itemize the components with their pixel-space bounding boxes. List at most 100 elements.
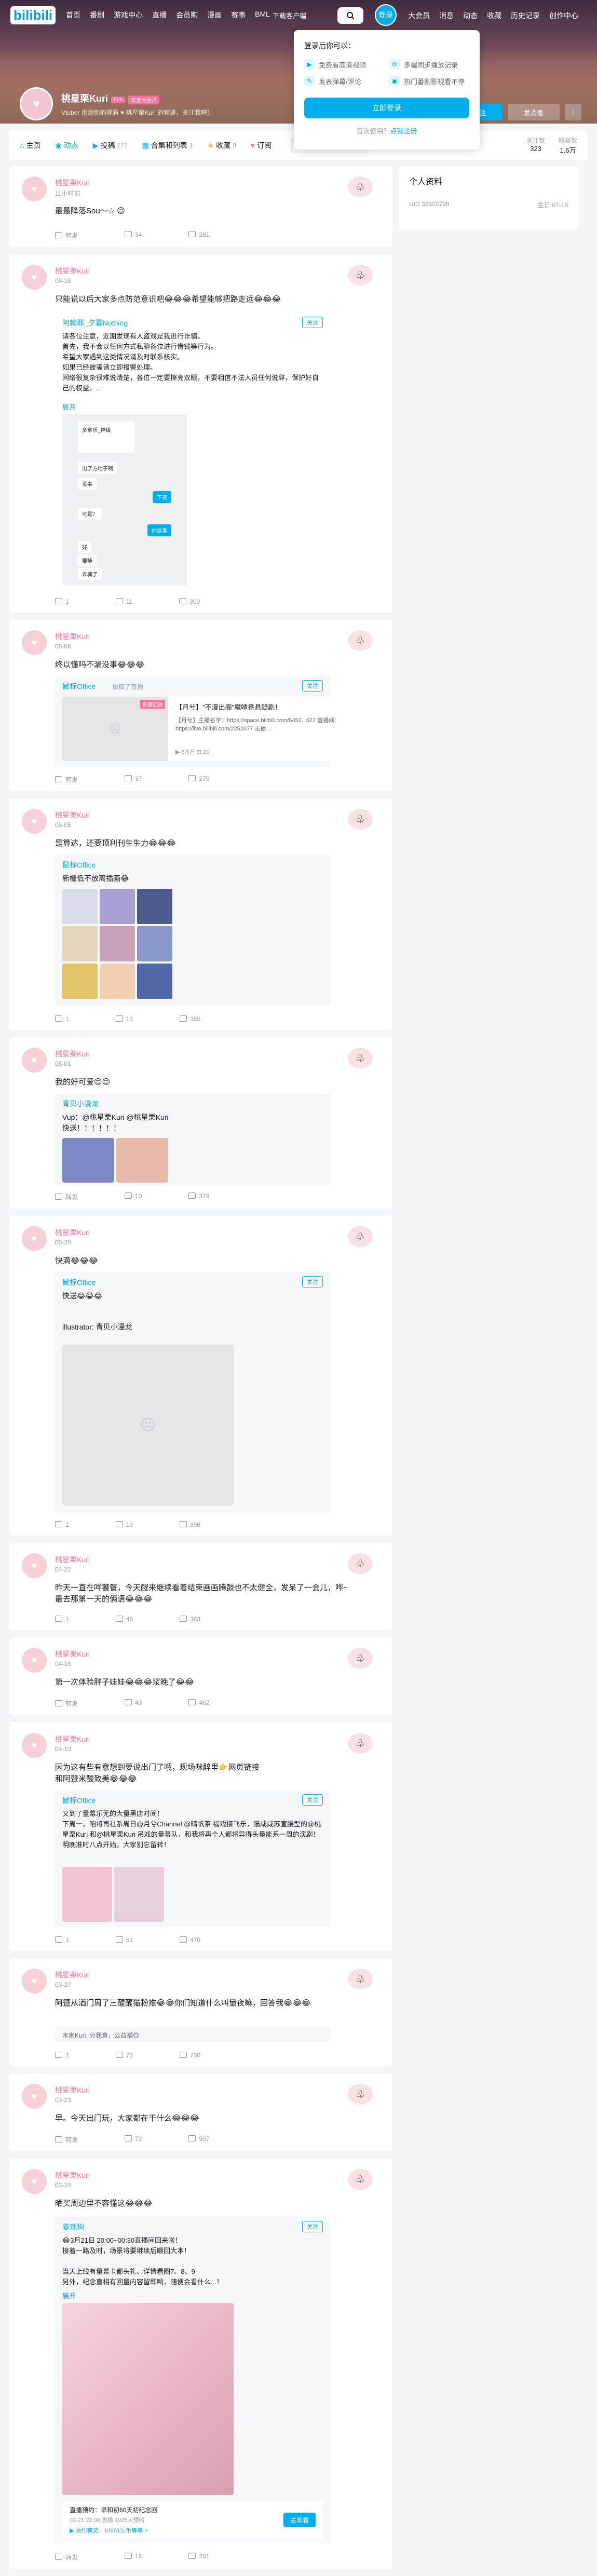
- share-button[interactable]: 转发: [55, 2135, 78, 2144]
- forward-author[interactable]: 阿赖耶_夕暮Nothing: [62, 318, 128, 328]
- comment-button[interactable]: 11: [116, 598, 132, 605]
- stat-following[interactable]: 关注数 323: [526, 136, 545, 155]
- comment-button[interactable]: 46: [116, 1616, 133, 1623]
- forward-author[interactable]: 零观狗: [62, 2222, 84, 2232]
- avatar[interactable]: ♥: [22, 177, 47, 201]
- avatar[interactable]: ♥: [22, 1969, 47, 1994]
- share-button[interactable]: 转发: [55, 1192, 78, 1201]
- like-button[interactable]: 309: [179, 598, 200, 605]
- like-button[interactable]: 462: [188, 1699, 209, 1708]
- post-author[interactable]: 桃星栗Kuri: [55, 1049, 90, 1059]
- like-button[interactable]: 396: [180, 1521, 200, 1528]
- login-avatar-button[interactable]: 登录: [375, 4, 397, 26]
- message-button[interactable]: 发消息: [508, 104, 560, 120]
- nav-game[interactable]: 游戏中心: [114, 10, 143, 20]
- comment-button[interactable]: 43: [125, 1699, 142, 1708]
- like-button[interactable]: 261: [188, 2553, 209, 2561]
- comment-button[interactable]: 19: [116, 1521, 133, 1528]
- share-button[interactable]: 转发: [55, 231, 78, 240]
- nav-home[interactable]: 首页: [66, 10, 80, 20]
- post-author[interactable]: 桃星栗Kuri: [55, 1734, 90, 1744]
- reservation-gift[interactable]: ▶ 预约有奖：10001乐币等等 >: [70, 2526, 148, 2534]
- tab-favorites[interactable]: ★ 收藏 0: [207, 140, 236, 151]
- post-author[interactable]: 桃星栗Kuri: [55, 2085, 90, 2095]
- comment-button[interactable]: 51: [116, 1936, 133, 1944]
- image-placeholder-icon[interactable]: ☹: [62, 1345, 234, 1506]
- like-button[interactable]: 379: [188, 1192, 209, 1201]
- expand-link[interactable]: 展开: [62, 402, 76, 412]
- stat-followers[interactable]: 粉丝数 1.6万: [559, 136, 577, 155]
- comment-button[interactable]: 13: [116, 1015, 133, 1023]
- grid-image[interactable]: [100, 889, 135, 924]
- nav-history[interactable]: 历史记录: [511, 10, 540, 21]
- post-author[interactable]: 桃星栗Kuri: [55, 1649, 90, 1659]
- post-image[interactable]: [62, 1138, 114, 1183]
- tab-dynamic[interactable]: ◉ 动态: [55, 140, 78, 151]
- share-button[interactable]: 转发: [55, 775, 78, 784]
- grid-image[interactable]: [100, 926, 135, 961]
- avatar[interactable]: ♥: [22, 2084, 47, 2109]
- avatar[interactable]: ♥: [22, 1553, 47, 1578]
- forward-author[interactable]: 鼠标Office: [62, 1795, 96, 1806]
- share-button[interactable]: 1: [55, 2052, 69, 2059]
- post-author[interactable]: 桃星栗Kuri: [55, 266, 90, 276]
- tab-videos[interactable]: ▶ 投稿 177: [93, 140, 128, 151]
- search-button[interactable]: [337, 7, 363, 24]
- share-button[interactable]: 转发: [55, 2553, 78, 2561]
- avatar[interactable]: ♥: [22, 1048, 47, 1073]
- login-now-button[interactable]: 立即登录: [304, 98, 469, 118]
- tab-home[interactable]: ⌂ 主页: [20, 140, 40, 151]
- download-client-link[interactable]: 下载客户端: [273, 10, 306, 20]
- nav-manga[interactable]: 漫画: [207, 10, 222, 20]
- expand-link[interactable]: 展开: [62, 2290, 76, 2300]
- forward-follow-button[interactable]: 关注: [302, 2221, 323, 2232]
- comment-button[interactable]: 73: [116, 2052, 133, 2059]
- comment-button[interactable]: 37: [125, 775, 142, 784]
- forward-follow-button[interactable]: 关注: [302, 680, 323, 692]
- share-button[interactable]: 1: [55, 1616, 69, 1623]
- forward-author[interactable]: 青贝小漫龙: [62, 1099, 99, 1109]
- like-button[interactable]: 470: [180, 1936, 200, 1944]
- grid-image[interactable]: [137, 964, 172, 999]
- avatar[interactable]: ♥: [22, 1733, 47, 1758]
- comment-button[interactable]: 10: [125, 1192, 142, 1201]
- live-card[interactable]: ☹ 直播回放 【月兮】"不漫出阁"魔喳番悬疑剧！ 【月兮】主播名字：https:…: [62, 697, 353, 761]
- avatar[interactable]: ♥: [22, 630, 47, 655]
- avatar[interactable]: ♥: [22, 1648, 47, 1673]
- comment-button[interactable]: 34: [125, 231, 142, 240]
- like-button[interactable]: 383: [180, 1616, 200, 1623]
- forward-author[interactable]: 鼠标Office: [62, 860, 96, 870]
- nav-dynamic[interactable]: 动态: [463, 10, 478, 21]
- nav-anime[interactable]: 番剧: [90, 10, 104, 20]
- nav-live[interactable]: 直播: [152, 10, 167, 20]
- avatar[interactable]: ♥: [22, 2169, 47, 2194]
- grid-image[interactable]: [137, 889, 172, 924]
- bilibili-logo[interactable]: bilibili: [10, 6, 56, 24]
- forward-follow-button[interactable]: 关注: [302, 1276, 323, 1287]
- profile-avatar[interactable]: ♥: [20, 87, 53, 120]
- comment-button[interactable]: 72: [125, 2135, 142, 2144]
- avatar[interactable]: ♥: [22, 1226, 47, 1251]
- like-button[interactable]: 275: [188, 775, 209, 784]
- like-button[interactable]: 507: [188, 2135, 209, 2144]
- nav-creator[interactable]: 创作中心: [549, 10, 578, 21]
- comment-button[interactable]: 16: [125, 2553, 142, 2561]
- post-author[interactable]: 桃星栗Kuri: [55, 1970, 90, 1980]
- grid-image[interactable]: [62, 964, 98, 999]
- post-author[interactable]: 桃星栗Kuri: [55, 810, 90, 820]
- register-link[interactable]: 点我注册: [390, 127, 417, 135]
- like-button[interactable]: 281: [188, 231, 209, 240]
- post-author[interactable]: 桃星栗Kuri: [55, 2170, 90, 2180]
- forward-author[interactable]: 鼠标Office: [62, 681, 96, 692]
- post-image[interactable]: [62, 2303, 234, 2495]
- grid-image[interactable]: [100, 964, 135, 999]
- forward-follow-button[interactable]: 关注: [302, 317, 323, 328]
- watch-button[interactable]: 去观看: [283, 2513, 316, 2527]
- tab-subscriptions[interactable]: ♥ 订阅: [251, 140, 272, 151]
- share-button[interactable]: 1: [55, 1936, 69, 1944]
- forward-author[interactable]: 鼠标Office: [62, 1277, 96, 1287]
- nav-match[interactable]: 赛事: [231, 10, 246, 20]
- post-author[interactable]: 桃星栗Kuri: [55, 1227, 90, 1238]
- nav-bml[interactable]: BML: [255, 10, 270, 20]
- like-button[interactable]: 365: [180, 1015, 200, 1023]
